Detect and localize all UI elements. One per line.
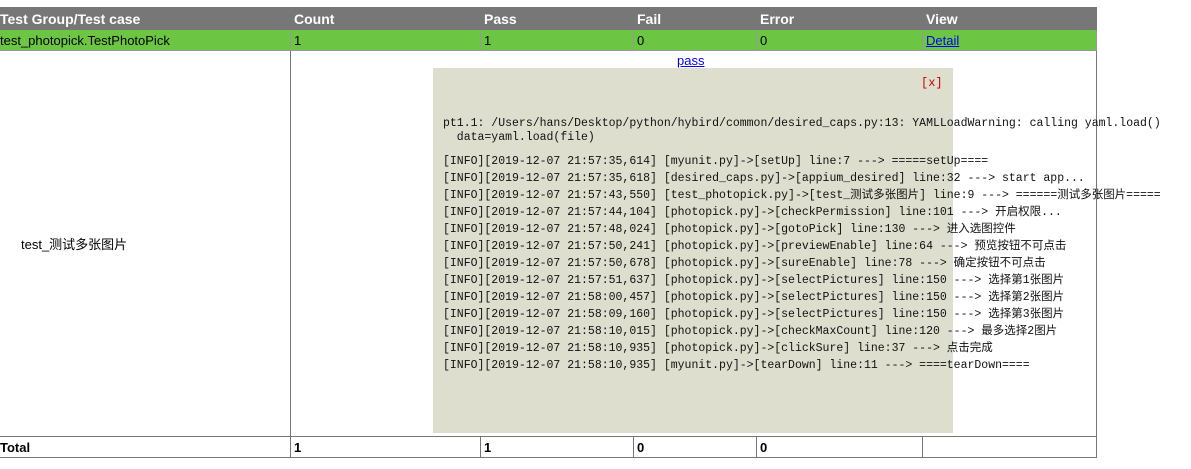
log-line: [INFO][2019-12-07 21:57:50,241] [photopi… [443,240,1067,253]
log-line: [INFO][2019-12-07 21:57:43,550] [test_ph… [443,189,1161,202]
group-pass: 1 [480,29,634,51]
header-view: View [922,7,1097,30]
header-error: Error [756,7,923,30]
header-test-group: Test Group/Test case [0,7,291,30]
log-line: [INFO][2019-12-07 21:58:00,457] [photopi… [443,291,1065,304]
log-line: [INFO][2019-12-07 21:57:35,614] [myunit.… [443,155,989,168]
group-name: test_photopick.TestPhotoPick [0,29,291,51]
warning-line: data=yaml.load(file) [443,131,595,144]
total-pass: 1 [480,436,634,458]
group-row: test_photopick.TestPhotoPick 1 1 0 0 Det… [0,29,1097,51]
group-count: 1 [290,29,481,51]
log-line: [INFO][2019-12-07 21:58:10,935] [myunit.… [443,359,1030,372]
log-line: [INFO][2019-12-07 21:58:09,160] [photopi… [443,308,1065,321]
header-fail: Fail [633,7,757,30]
header-pass: Pass [480,7,634,30]
detail-link[interactable]: Detail [926,33,959,48]
log-line: [INFO][2019-12-07 21:58:10,935] [photopi… [443,342,993,355]
log-line: [INFO][2019-12-07 21:57:51,637] [photopi… [443,274,1065,287]
pass-status-link[interactable]: pass [677,53,704,68]
table-header-row: Test Group/Test case Count Pass Fail Err… [0,7,1097,30]
log-line: [INFO][2019-12-07 21:58:10,015] [photopi… [443,325,1058,338]
group-view-cell: Detail [922,29,1097,51]
total-error: 0 [756,436,923,458]
log-line: [INFO][2019-12-07 21:57:35,618] [desired… [443,172,1085,185]
total-row: Total 1 1 0 0 [0,436,1097,458]
header-count: Count [290,7,481,30]
log-line: [INFO][2019-12-07 21:57:48,024] [photopi… [443,223,1016,236]
log-output: pt1.1: /Users/hans/Desktop/python/hybird… [443,117,1161,374]
warning-line: pt1.1: /Users/hans/Desktop/python/hybird… [443,117,1161,130]
total-label: Total [0,436,291,458]
group-fail: 0 [633,29,757,51]
log-line: [INFO][2019-12-07 21:57:44,104] [photopi… [443,206,1062,219]
close-popup-button[interactable]: [x] [921,76,943,90]
log-line: [INFO][2019-12-07 21:57:50,678] [photopi… [443,257,1046,270]
total-view [922,436,1097,458]
group-error: 0 [756,29,923,51]
total-count: 1 [290,436,481,458]
total-fail: 0 [633,436,757,458]
case-name: test_测试多张图片 [0,50,291,437]
